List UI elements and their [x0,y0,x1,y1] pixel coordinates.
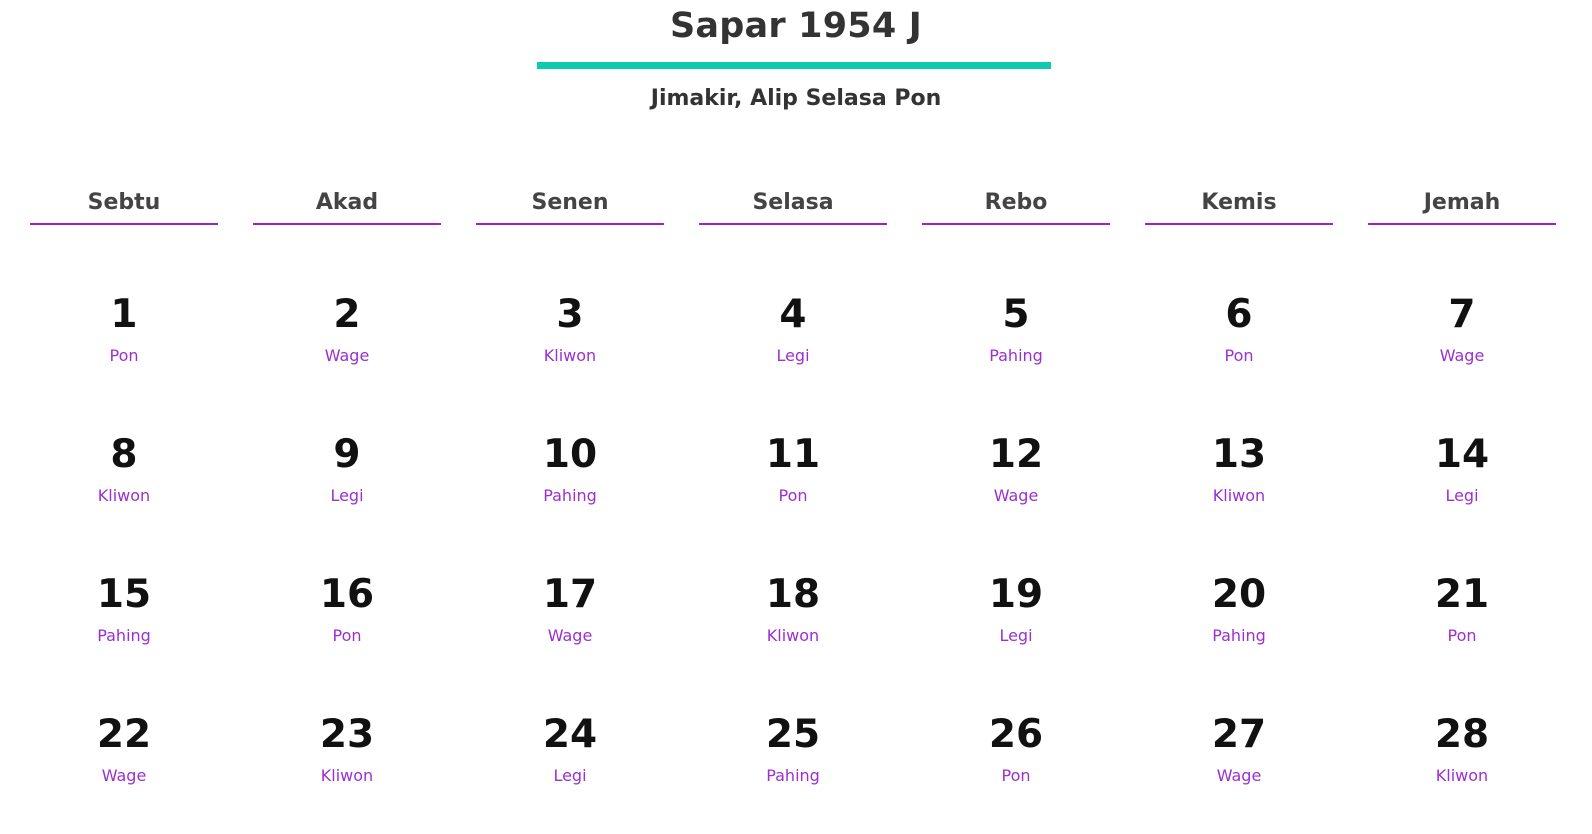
day-number: 26 [988,712,1044,757]
day-cell[interactable]: 5 Pahing [922,290,1110,430]
day-number: 24 [542,712,598,757]
weekday-header-row: Sebtu Akad Senen Selasa Rebo Kemis Jemah [30,188,1560,225]
day-number: 18 [765,572,821,617]
day-number: 11 [765,432,821,477]
pasaran-label: Pahing [989,346,1043,365]
day-cell[interactable]: 1 Pon [30,290,218,430]
pasaran-label: Wage [101,766,147,785]
day-number: 27 [1211,712,1267,757]
day-number: 15 [96,572,152,617]
day-cell[interactable]: 21 Pon [1368,570,1556,710]
pasaran-label: Wage [547,626,593,645]
day-cell[interactable]: 24 Legi [476,710,664,834]
day-cell[interactable]: 10 Pahing [476,430,664,570]
day-cell[interactable]: 26 Pon [922,710,1110,834]
pasaran-label: Legi [1445,486,1479,505]
day-number: 8 [110,432,138,477]
weekday-rebo: Rebo [922,188,1110,225]
pasaran-label: Wage [993,486,1039,505]
day-cell[interactable]: 23 Kliwon [253,710,441,834]
day-number: 25 [765,712,821,757]
day-cell[interactable]: 28 Kliwon [1368,710,1556,834]
pasaran-label: Pon [778,486,808,505]
day-number: 12 [988,432,1044,477]
day-number: 14 [1434,432,1490,477]
pasaran-label: Pahing [543,486,597,505]
pasaran-label: Wage [324,346,370,365]
day-cell[interactable]: 18 Kliwon [699,570,887,710]
day-cell[interactable]: 19 Legi [922,570,1110,710]
pasaran-label: Wage [1216,766,1262,785]
pasaran-label: Pon [1224,346,1254,365]
pasaran-label: Pon [1447,626,1477,645]
day-cell[interactable]: 3 Kliwon [476,290,664,430]
day-cell[interactable]: 9 Legi [253,430,441,570]
day-number: 10 [542,432,598,477]
pasaran-label: Kliwon [320,766,374,785]
day-number: 9 [333,432,361,477]
weekday-jemah: Jemah [1368,188,1556,225]
day-cell[interactable]: 22 Wage [30,710,218,834]
day-cell[interactable]: 13 Kliwon [1145,430,1333,570]
weekday-sebtu: Sebtu [30,188,218,225]
day-number: 22 [96,712,152,757]
day-cell[interactable]: 15 Pahing [30,570,218,710]
title-accent-bar [537,62,1051,69]
day-cell[interactable]: 11 Pon [699,430,887,570]
day-number: 17 [542,572,598,617]
pasaran-label: Kliwon [766,626,820,645]
pasaran-label: Legi [776,346,810,365]
day-cell[interactable]: 27 Wage [1145,710,1333,834]
pasaran-label: Kliwon [1212,486,1266,505]
day-cell[interactable]: 4 Legi [699,290,887,430]
pasaran-label: Kliwon [1435,766,1489,785]
day-cell[interactable]: 16 Pon [253,570,441,710]
pasaran-label: Kliwon [97,486,151,505]
weekday-akad: Akad [253,188,441,225]
month-title: Sapar 1954 J [670,6,922,46]
day-number: 1 [110,292,138,337]
day-cell[interactable]: 20 Pahing [1145,570,1333,710]
day-number: 19 [988,572,1044,617]
weekday-selasa: Selasa [699,188,887,225]
pasaran-label: Wage [1439,346,1485,365]
day-cell[interactable]: 6 Pon [1145,290,1333,430]
pasaran-label: Legi [999,626,1033,645]
day-number: 23 [319,712,375,757]
pasaran-label: Pon [109,346,139,365]
weekday-kemis: Kemis [1145,188,1333,225]
day-cell[interactable]: 25 Pahing [699,710,887,834]
day-cell[interactable]: 17 Wage [476,570,664,710]
day-cell[interactable]: 12 Wage [922,430,1110,570]
day-cell[interactable]: 7 Wage [1368,290,1556,430]
day-number: 13 [1211,432,1267,477]
pasaran-label: Legi [553,766,587,785]
day-number: 20 [1211,572,1267,617]
pasaran-label: Pahing [766,766,820,785]
day-number: 4 [779,292,807,337]
day-cell[interactable]: 14 Legi [1368,430,1556,570]
day-number: 16 [319,572,375,617]
year-subtitle: Jimakir, Alip Selasa Pon [650,86,942,111]
day-cell[interactable]: 8 Kliwon [30,430,218,570]
day-number: 6 [1225,292,1253,337]
pasaran-label: Pon [1001,766,1031,785]
pasaran-label: Pahing [1212,626,1266,645]
pasaran-label: Kliwon [543,346,597,365]
day-cell[interactable]: 2 Wage [253,290,441,430]
weekday-senen: Senen [476,188,664,225]
day-number: 2 [333,292,361,337]
calendar-grid: 1 Pon 2 Wage 3 Kliwon 4 Legi 5 Pahing 6 Pon 7 Wage 8 Kl… [30,290,1560,834]
pasaran-label: Pahing [97,626,151,645]
pasaran-label: Legi [330,486,364,505]
day-number: 3 [556,292,584,337]
day-number: 21 [1434,572,1490,617]
day-number: 5 [1002,292,1030,337]
calendar-page: Sapar 1954 J Jimakir, Alip Selasa Pon Se… [0,0,1592,834]
day-number: 28 [1434,712,1490,757]
pasaran-label: Pon [332,626,362,645]
day-number: 7 [1448,292,1476,337]
